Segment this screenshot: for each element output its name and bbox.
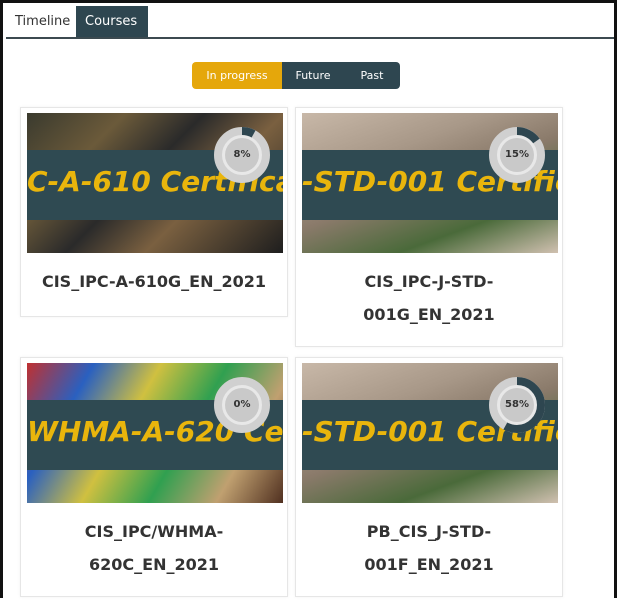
progress-ring: 58% xyxy=(488,376,546,434)
course-card[interactable]: WHMA-A-620 Certifi 0% CIS_IPC/WHMA- 620C… xyxy=(20,357,288,597)
filter-future-button[interactable]: Future xyxy=(282,62,344,89)
course-card[interactable]: C-A-610 Certifica 8% CIS_IPC-A-610G_EN_2… xyxy=(20,107,288,317)
course-image[interactable]: -STD-001 Certific 58% xyxy=(302,363,558,503)
course-title-line-1[interactable]: CIS_IPC/WHMA- xyxy=(21,515,287,548)
course-title-line-1[interactable]: CIS_IPC-J-STD- xyxy=(296,265,562,298)
progress-percent: 58% xyxy=(505,399,529,410)
course-card[interactable]: -STD-001 Certific 15% CIS_IPC-J-STD- 001… xyxy=(295,107,563,347)
course-title[interactable]: CIS_IPC-A-610G_EN_2021 xyxy=(21,265,287,298)
progress-percent: 8% xyxy=(233,149,251,160)
course-title-line-2[interactable]: 620C_EN_2021 xyxy=(21,548,287,581)
progress-percent: 15% xyxy=(505,149,529,160)
course-title-line-1[interactable]: PB_CIS_J-STD- xyxy=(296,515,562,548)
course-image[interactable]: WHMA-A-620 Certifi 0% xyxy=(27,363,283,503)
course-card[interactable]: -STD-001 Certific 58% PB_CIS_J-STD- 001F… xyxy=(295,357,563,597)
progress-ring: 8% xyxy=(213,126,271,184)
tab-courses[interactable]: Courses xyxy=(76,6,148,37)
filter-past-button[interactable]: Past xyxy=(344,62,400,89)
progress-percent: 0% xyxy=(233,399,251,410)
tab-bar: Timeline Courses xyxy=(6,6,614,39)
course-image[interactable]: -STD-001 Certific 15% xyxy=(302,113,558,253)
tab-timeline[interactable]: Timeline xyxy=(6,6,72,37)
course-image[interactable]: C-A-610 Certifica 8% xyxy=(27,113,283,253)
course-title-line-2[interactable]: 001G_EN_2021 xyxy=(296,298,562,331)
progress-ring: 0% xyxy=(213,376,271,434)
course-title-line-2[interactable]: 001F_EN_2021 xyxy=(296,548,562,581)
filter-in-progress-button[interactable]: In progress xyxy=(192,62,282,89)
progress-ring: 15% xyxy=(488,126,546,184)
course-filter: In progress Future Past xyxy=(192,62,400,89)
